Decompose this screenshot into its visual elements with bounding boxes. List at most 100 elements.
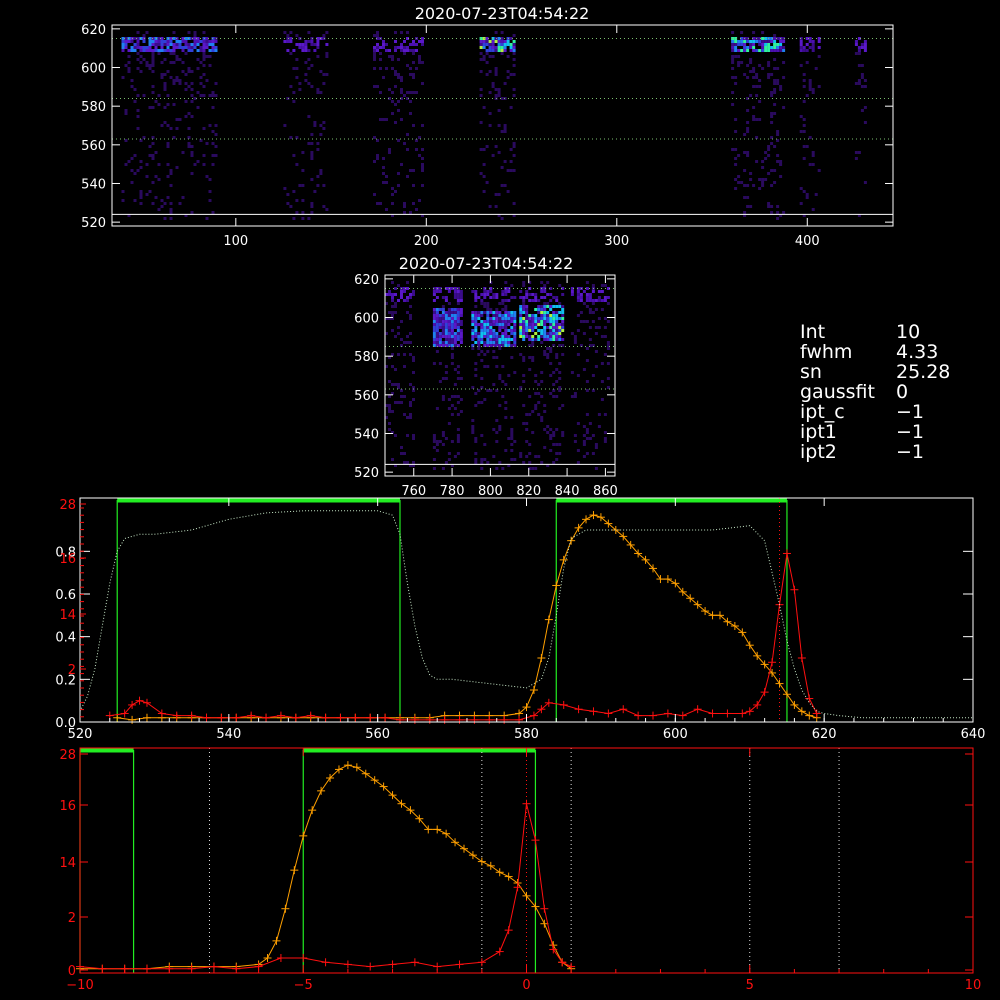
heatmap-pixel bbox=[418, 40, 421, 43]
info-row: sn 25.28 bbox=[800, 362, 950, 382]
heatmap-pixel bbox=[546, 314, 550, 317]
heatmap-pixel bbox=[501, 341, 505, 344]
heatmap-pixel bbox=[130, 169, 134, 172]
heatmap-pixel bbox=[166, 43, 170, 46]
heatmap-pixel bbox=[202, 43, 206, 46]
heatmap-pixel bbox=[441, 296, 445, 299]
heatmap-pixel bbox=[373, 49, 376, 52]
heatmap-pixel bbox=[537, 455, 541, 458]
heatmap-pixel bbox=[782, 49, 786, 52]
heatmap-pixel bbox=[160, 76, 164, 79]
heatmap-pixel bbox=[758, 79, 762, 82]
heatmap-pixel bbox=[190, 94, 194, 97]
heatmap-pixel bbox=[561, 314, 565, 317]
heatmap-pixel bbox=[758, 85, 762, 88]
heatmap-pixel bbox=[376, 85, 379, 88]
heatmap-pixel bbox=[860, 43, 864, 46]
heatmap-pixel bbox=[298, 82, 302, 85]
heatmap-pixel bbox=[483, 290, 487, 293]
heatmap-pixel bbox=[385, 181, 388, 184]
heatmap-pixel bbox=[289, 40, 293, 43]
heatmap-pixel bbox=[740, 43, 744, 46]
heatmap-pixel bbox=[400, 296, 403, 299]
heatmap-pixel bbox=[142, 49, 146, 52]
heatmap-pixel bbox=[503, 40, 507, 43]
heatmap-pixel bbox=[492, 335, 496, 338]
heatmap-pixel bbox=[453, 293, 457, 296]
heatmap-pixel bbox=[758, 49, 762, 52]
heatmap-pixel bbox=[776, 67, 780, 70]
heatmap-pixel bbox=[409, 211, 412, 214]
heatmap-pixel bbox=[485, 52, 489, 55]
heatmap-pixel bbox=[743, 133, 747, 136]
heatmap-pixel bbox=[187, 127, 191, 130]
heatmap-pixel bbox=[447, 317, 451, 320]
heatmap-pixel bbox=[169, 43, 173, 46]
heatmap-pixel bbox=[494, 73, 498, 76]
heatmap-pixel bbox=[151, 52, 155, 55]
heatmap-pixel bbox=[585, 296, 589, 299]
heatmap-pixel bbox=[133, 172, 137, 175]
heatmap-pixel bbox=[208, 94, 212, 97]
heatmap-pixel bbox=[600, 380, 604, 383]
heatmap-pixel bbox=[166, 163, 170, 166]
heatmap-pixel bbox=[307, 115, 311, 118]
heatmap-pixel bbox=[561, 338, 565, 341]
heatmap-pixel bbox=[525, 332, 529, 335]
heatmap-pixel bbox=[488, 46, 492, 49]
heatmap-pixel bbox=[214, 145, 218, 148]
heatmap-pixel bbox=[802, 124, 806, 127]
heatmap-pixel bbox=[512, 202, 516, 205]
heatmap-pixel bbox=[749, 94, 753, 97]
heatmap-pixel bbox=[504, 323, 508, 326]
heatmap-pixel bbox=[597, 326, 601, 329]
heatmap-pixel bbox=[166, 49, 170, 52]
heatmap-pixel bbox=[752, 40, 756, 43]
heatmap-pixel bbox=[205, 175, 209, 178]
heatmap-pixel bbox=[313, 190, 317, 193]
heatmap-pixel bbox=[767, 43, 771, 46]
heatmap-pixel bbox=[591, 290, 595, 293]
heatmap-pixel bbox=[504, 305, 508, 308]
y-tick-label: 620 bbox=[81, 23, 106, 38]
heatmap-pixel bbox=[450, 311, 454, 314]
heatmap-pixel bbox=[506, 76, 510, 79]
heatmap-pixel bbox=[474, 314, 478, 317]
heatmap-pixel bbox=[480, 350, 484, 353]
heatmap-pixel bbox=[456, 428, 460, 431]
x-tick-label: 5 bbox=[746, 978, 754, 993]
heatmap-pixel bbox=[196, 40, 200, 43]
heatmap-pixel bbox=[190, 151, 194, 154]
heatmap-pixel bbox=[510, 284, 514, 287]
heatmap-pixel bbox=[172, 82, 176, 85]
heatmap-pixel bbox=[731, 76, 735, 79]
heatmap-pixel bbox=[157, 208, 161, 211]
info-row: ipt_c −1 bbox=[800, 402, 950, 422]
heatmap-pixel bbox=[301, 151, 305, 154]
heatmap-pixel bbox=[497, 49, 501, 52]
heatmap-pixel bbox=[169, 49, 173, 52]
heatmap-pixel bbox=[500, 184, 504, 187]
heatmap-pixel bbox=[552, 323, 556, 326]
heatmap-pixel bbox=[435, 329, 439, 332]
heatmap-pixel bbox=[435, 407, 439, 410]
heatmap-pixel bbox=[441, 305, 445, 308]
heatmap-pixel bbox=[773, 46, 777, 49]
heatmap-pixel bbox=[495, 323, 499, 326]
heatmap-pixel bbox=[474, 290, 478, 293]
heatmap-pixel bbox=[409, 416, 412, 419]
heatmap-pixel bbox=[500, 217, 504, 220]
heatmap-pixel bbox=[863, 121, 867, 124]
heatmap-pixel bbox=[474, 437, 478, 440]
heatmap-pixel bbox=[546, 353, 550, 356]
heatmap-pixel bbox=[743, 73, 747, 76]
heatmap-pixel bbox=[136, 169, 140, 172]
heatmap-pixel bbox=[558, 338, 562, 341]
heatmap-pixel bbox=[492, 311, 496, 314]
heatmap-pixel bbox=[474, 458, 478, 461]
heatmap-pixel bbox=[319, 124, 323, 127]
heatmap-pixel bbox=[558, 284, 562, 287]
heatmap-pixel bbox=[534, 338, 538, 341]
heatmap-pixel bbox=[169, 127, 173, 130]
heatmap-pixel bbox=[456, 338, 460, 341]
